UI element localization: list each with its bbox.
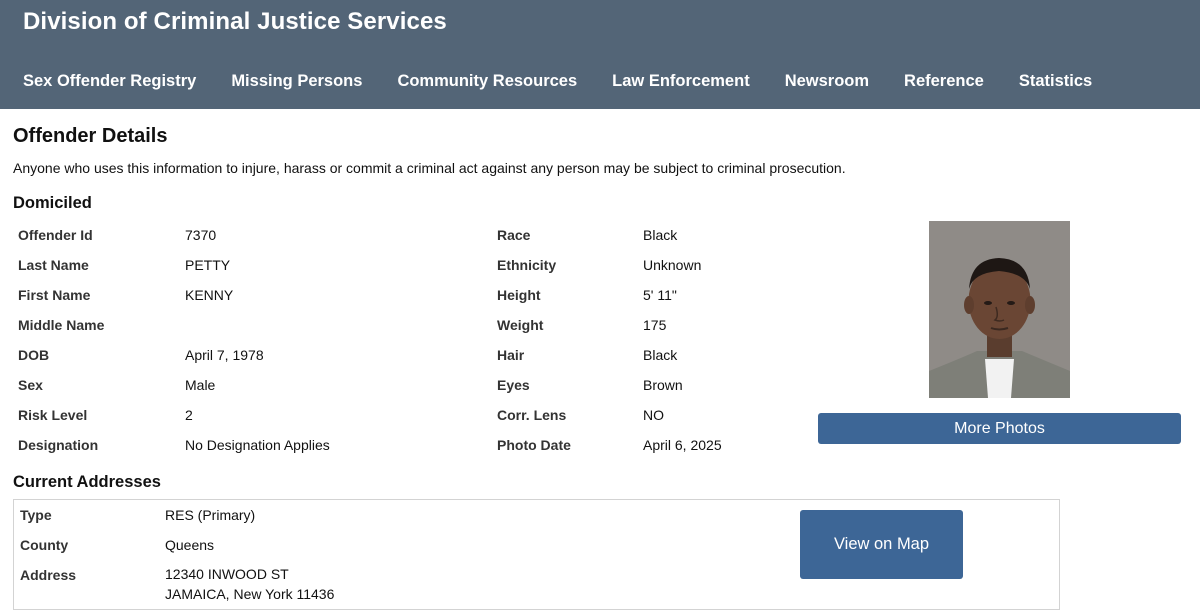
detail-label: Photo Date	[497, 437, 571, 453]
addresses-heading: Current Addresses	[13, 473, 161, 491]
detail-label: Eyes	[497, 377, 530, 393]
site-header: Division of Criminal Justice Services Se…	[0, 0, 1200, 109]
detail-row-offender-id: Offender Id 7370	[18, 227, 330, 257]
detail-row-hair: Hair Black	[497, 347, 722, 377]
detail-row-photo-date: Photo Date April 6, 2025	[497, 437, 722, 467]
detail-row-middle-name: Middle Name	[18, 317, 330, 347]
nav-sex-offender-registry[interactable]: Sex Offender Registry	[23, 72, 196, 91]
detail-row-weight: Weight 175	[497, 317, 722, 347]
detail-label: Middle Name	[18, 317, 105, 333]
detail-label: DOB	[18, 347, 50, 363]
detail-row-eyes: Eyes Brown	[497, 377, 722, 407]
detail-label: Height	[497, 287, 541, 303]
detail-label: Sex	[18, 377, 43, 393]
address-line-1: 12340 INWOOD ST	[165, 566, 289, 582]
legal-warning: Anyone who uses this information to inju…	[13, 160, 846, 176]
detail-label: Race	[497, 227, 531, 243]
more-photos-button[interactable]: More Photos	[818, 413, 1181, 444]
detail-label: Hair	[497, 347, 525, 363]
detail-value: Black	[643, 347, 678, 363]
detail-value: April 6, 2025	[643, 437, 722, 453]
address-label: Address	[20, 567, 77, 583]
detail-row-sex: Sex Male	[18, 377, 330, 407]
detail-value: Male	[185, 377, 216, 393]
detail-row-corr-lens: Corr. Lens NO	[497, 407, 722, 437]
nav-newsroom[interactable]: Newsroom	[785, 72, 869, 91]
detail-value: 175	[643, 317, 667, 333]
address-panel: Type RES (Primary) County Queens Address…	[13, 499, 1060, 610]
detail-value: 5' 11"	[643, 287, 677, 303]
address-county-value: Queens	[165, 537, 215, 553]
detail-value: PETTY	[185, 257, 231, 273]
detail-value: Unknown	[643, 257, 702, 273]
address-row-type: Type RES (Primary)	[20, 507, 334, 537]
detail-row-race: Race Black	[497, 227, 722, 257]
detail-value: 7370	[185, 227, 217, 243]
page-title: Offender Details	[13, 125, 168, 147]
detail-value: 2	[185, 407, 193, 423]
detail-label: Risk Level	[18, 407, 88, 423]
status-heading: Domiciled	[13, 194, 92, 212]
detail-value: No Designation Applies	[185, 437, 330, 453]
detail-row-first-name: First Name KENNY	[18, 287, 330, 317]
detail-value: April 7, 1978	[185, 347, 264, 363]
nav-missing-persons[interactable]: Missing Persons	[231, 72, 362, 91]
address-row-county: County Queens	[20, 537, 334, 567]
detail-label: Ethnicity	[497, 257, 557, 273]
address-label: Type	[20, 507, 52, 523]
main-nav: Sex Offender Registry Missing Persons Co…	[23, 72, 1127, 91]
detail-row-dob: DOB April 7, 1978	[18, 347, 330, 377]
view-on-map-button[interactable]: View on Map	[800, 510, 963, 579]
detail-value: KENNY	[185, 287, 234, 303]
site-title[interactable]: Division of Criminal Justice Services	[23, 8, 447, 36]
detail-row-ethnicity: Ethnicity Unknown	[497, 257, 722, 287]
address-details: Type RES (Primary) County Queens Address…	[20, 507, 334, 604]
detail-value: Black	[643, 227, 678, 243]
details-right: Race Black Ethnicity Unknown Height 5' 11" …	[497, 227, 722, 467]
detail-row-last-name: Last Name PETTY	[18, 257, 330, 287]
detail-value: NO	[643, 407, 664, 423]
details-left: Offender Id 7370 Last Name PETTY First Nam…	[18, 227, 330, 467]
detail-label: Weight	[497, 317, 544, 333]
detail-value: Brown	[643, 377, 683, 393]
address-line-2: JAMAICA, New York 11436	[165, 586, 335, 602]
detail-label: Last Name	[18, 257, 89, 273]
address-row-address: Address 12340 INWOOD ST JAMAICA, New Yor…	[20, 564, 334, 604]
detail-label: Corr. Lens	[497, 407, 567, 423]
detail-label: Designation	[18, 437, 99, 453]
detail-label: First Name	[18, 287, 91, 303]
detail-label: Offender Id	[18, 227, 93, 243]
nav-community-resources[interactable]: Community Resources	[397, 72, 577, 91]
nav-statistics[interactable]: Statistics	[1019, 72, 1092, 91]
nav-law-enforcement[interactable]: Law Enforcement	[612, 72, 750, 91]
offender-photo[interactable]	[929, 221, 1070, 398]
detail-row-risk-level: Risk Level 2	[18, 407, 330, 437]
detail-row-designation: Designation No Designation Applies	[18, 437, 330, 467]
address-label: County	[20, 537, 69, 553]
address-value: 12340 INWOOD ST JAMAICA, New York 11436	[165, 564, 334, 604]
nav-reference[interactable]: Reference	[904, 72, 984, 91]
address-type-value: RES (Primary)	[165, 507, 256, 523]
detail-row-height: Height 5' 11"	[497, 287, 722, 317]
